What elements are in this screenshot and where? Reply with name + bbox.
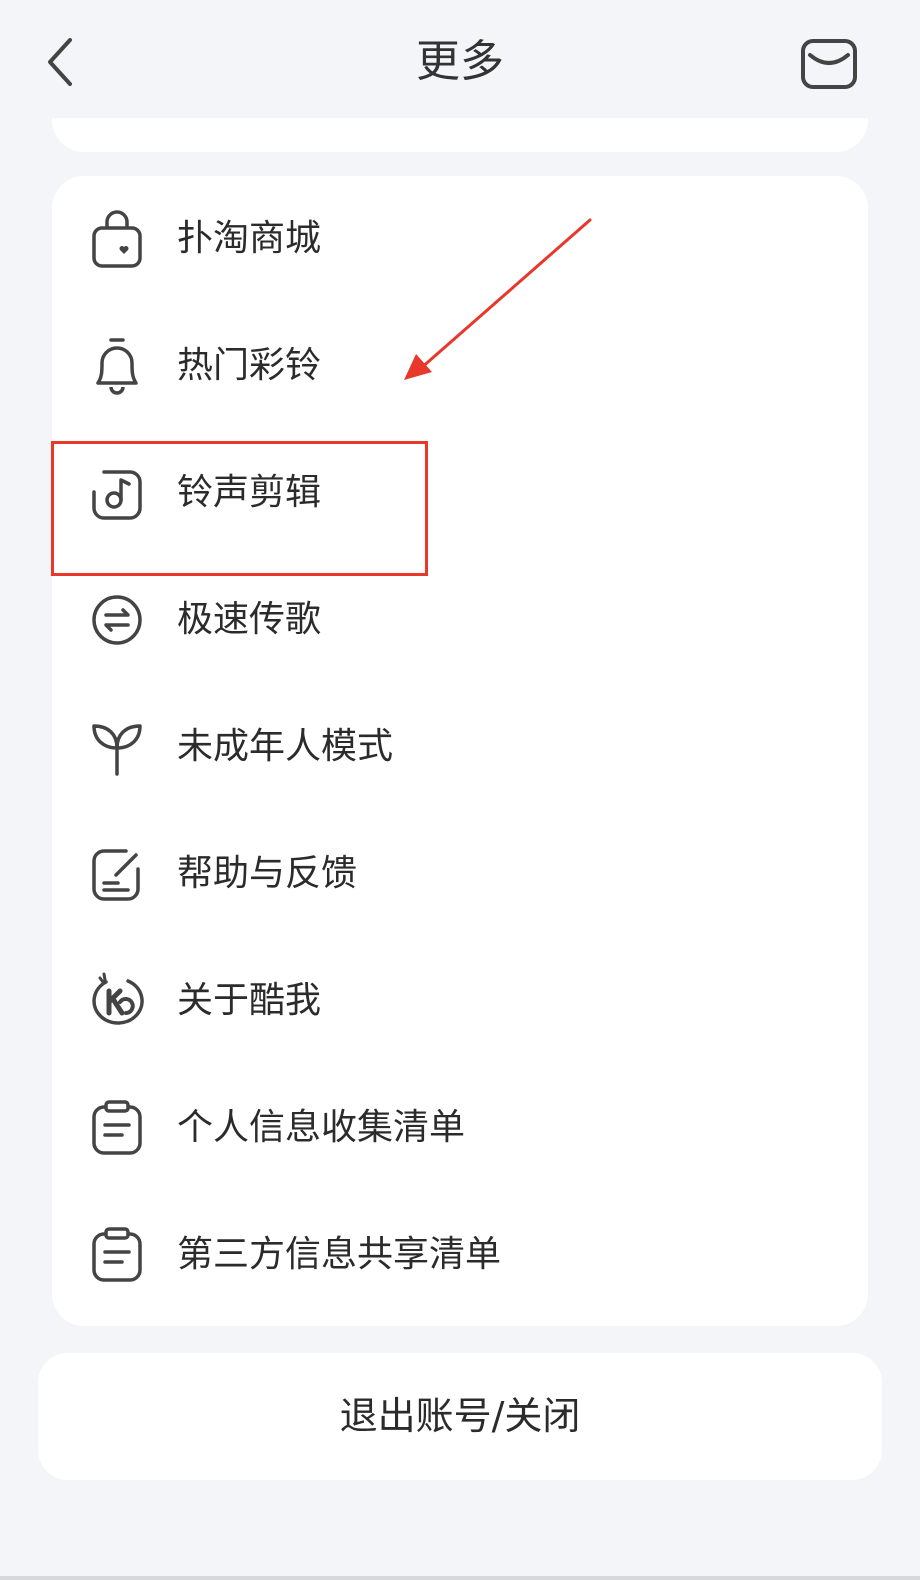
feedback-icon	[90, 843, 144, 905]
annotation-arrow	[400, 214, 600, 384]
sprout-icon	[90, 716, 144, 778]
clipboard-icon	[90, 1224, 144, 1286]
menu-item-label: 第三方信息共享清单	[177, 1234, 502, 1275]
menu-item-personal-info-list[interactable]: 个人信息收集清单	[52, 1065, 868, 1192]
clipboard-icon	[90, 1097, 144, 1159]
menu-item-label: 关于酷我	[177, 980, 322, 1021]
menu-item-label: 极速传歌	[177, 599, 322, 640]
menu-item-label: 热门彩铃	[177, 345, 322, 386]
previous-card-bottom	[52, 118, 868, 152]
bottom-divider	[0, 1576, 920, 1580]
mail-icon	[801, 39, 857, 89]
mail-button[interactable]	[800, 38, 858, 90]
menu-item-third-party-sharing-list[interactable]: 第三方信息共享清单	[52, 1192, 868, 1319]
transfer-icon	[90, 589, 144, 651]
kuwo-logo-icon	[90, 970, 144, 1032]
top-bar: 更多	[0, 0, 920, 118]
highlight-box	[51, 441, 428, 576]
bell-icon	[90, 335, 144, 397]
logout-button[interactable]: 退出账号/关闭	[38, 1353, 882, 1480]
page-title: 更多	[416, 36, 504, 87]
menu-item-minor-mode[interactable]: 未成年人模式	[52, 684, 868, 811]
menu-item-fast-transfer[interactable]: 极速传歌	[52, 557, 868, 684]
menu-item-label: 未成年人模式	[177, 726, 394, 767]
shopping-bag-icon	[90, 208, 144, 270]
logout-label: 退出账号/关闭	[339, 1394, 581, 1438]
menu-item-help-feedback[interactable]: 帮助与反馈	[52, 811, 868, 938]
menu-item-label: 扑淘商城	[177, 218, 322, 259]
menu-item-label: 个人信息收集清单	[177, 1107, 466, 1148]
menu-item-label: 帮助与反馈	[177, 853, 358, 894]
menu-item-about[interactable]: 关于酷我	[52, 938, 868, 1065]
